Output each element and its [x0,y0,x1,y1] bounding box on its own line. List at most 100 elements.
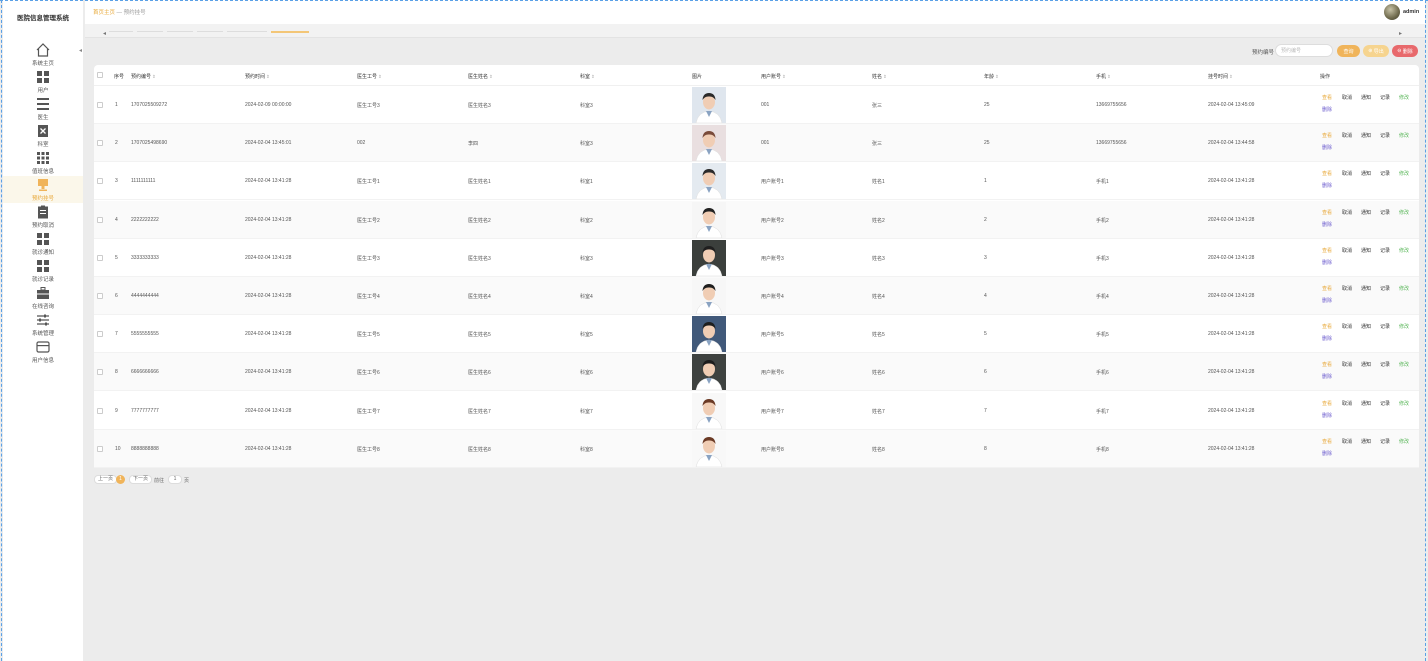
view-button[interactable]: 查看 [1322,400,1332,407]
select-all-checkbox[interactable] [97,72,103,78]
delete-button[interactable]: 删除 [1322,450,1332,457]
notify-button[interactable]: 通知 [1361,361,1371,368]
edit-button[interactable]: 修改 [1399,438,1409,445]
sort-icon[interactable]: ⇕ [1107,74,1111,79]
cancel-button[interactable]: 取消 [1342,170,1352,177]
col-user-no[interactable]: 用户账号⇕ [761,73,786,80]
delete-button[interactable]: 删除 [1322,259,1332,266]
cancel-button[interactable]: 取消 [1342,247,1352,254]
doctor-photo[interactable] [692,87,726,123]
tab-scroll-left-icon[interactable]: ◂ [103,30,106,37]
sidebar-item-consult[interactable]: 在线咨询 [3,284,83,311]
sidebar-item-departments[interactable]: 科室 [3,122,83,149]
table-row[interactable]: 6 4444444444 2024-02-04 13:41:28 医生工号4 医生姓名4… [94,277,1419,315]
table-row[interactable]: 1 1707025509272 2024-02-09 00:00:00 医生工号3 医生… [94,86,1419,124]
row-checkbox[interactable] [97,293,103,299]
edit-button[interactable]: 修改 [1399,400,1409,407]
batch-delete-button[interactable]: ⊖ 删除 [1392,45,1418,57]
row-checkbox[interactable] [97,369,103,376]
tab-item[interactable] [227,31,267,34]
tab-item[interactable] [137,31,163,34]
breadcrumb-home[interactable]: 首页主页 [93,10,115,16]
sort-icon[interactable]: ⇕ [782,74,786,79]
col-name[interactable]: 姓名⇕ [872,73,887,80]
notify-button[interactable]: 通知 [1361,323,1371,330]
col-appt-time[interactable]: 预约时间⇕ [245,73,270,80]
sidebar-item-home[interactable]: 系统主页 [3,40,83,68]
tab-active[interactable] [271,31,309,34]
sort-icon[interactable]: ⇕ [152,74,156,79]
table-row[interactable]: 7 5555555555 2024-02-04 13:41:28 医生工号5 医生姓名5… [94,315,1419,354]
cancel-button[interactable]: 取消 [1342,361,1352,368]
doctor-photo[interactable] [692,392,726,429]
delete-button[interactable]: 删除 [1322,335,1332,342]
table-row[interactable]: 9 7777777777 2024-02-04 13:41:28 医生工号7 医生姓名7… [94,392,1419,430]
view-button[interactable]: 查看 [1322,247,1332,254]
cancel-button[interactable]: 取消 [1342,132,1352,139]
sidebar-item-duty[interactable]: 值班信息 [3,149,83,176]
edit-button[interactable]: 修改 [1399,209,1409,216]
sidebar-item-records[interactable]: 就诊记录 [3,257,83,284]
table-row[interactable]: 8 6666666666 2024-02-04 13:41:28 医生工号6 医生姓名6… [94,353,1419,392]
record-button[interactable]: 记录 [1380,285,1390,292]
cancel-button[interactable]: 取消 [1342,400,1352,407]
record-button[interactable]: 记录 [1380,323,1390,330]
notify-button[interactable]: 通知 [1361,400,1371,407]
view-button[interactable]: 查看 [1322,170,1332,177]
doctor-photo[interactable] [692,163,726,200]
cancel-button[interactable]: 取消 [1342,285,1352,292]
sidebar-item-profile[interactable]: 用户信息 [3,338,83,365]
next-page-button[interactable]: 下一页 [129,475,153,484]
edit-button[interactable]: 修改 [1399,323,1409,330]
sidebar-item-notices[interactable]: 就诊通知 [3,230,83,257]
tab-item[interactable] [197,31,223,34]
doctor-photo[interactable] [692,430,726,467]
col-appt-no[interactable]: 预约编号⇕ [131,73,156,80]
notify-button[interactable]: 通知 [1361,94,1371,101]
col-phone[interactable]: 手机⇕ [1096,73,1111,80]
sort-icon[interactable]: ⇕ [1229,74,1233,79]
col-reg-time[interactable]: 挂号时间⇕ [1208,73,1233,80]
record-button[interactable]: 记录 [1380,400,1390,407]
record-button[interactable]: 记录 [1380,94,1390,101]
col-age[interactable]: 年龄⇕ [984,73,999,80]
notify-button[interactable]: 通知 [1361,132,1371,139]
record-button[interactable]: 记录 [1380,170,1390,177]
doctor-photo[interactable] [692,239,726,276]
notify-button[interactable]: 通知 [1361,209,1371,216]
row-checkbox[interactable] [97,445,103,452]
avatar[interactable] [1384,4,1400,20]
tab-scroll-right-icon[interactable]: ▸ [1399,30,1402,37]
doctor-photo[interactable] [692,201,726,238]
prev-page-button[interactable]: 上一页 [94,475,118,484]
sort-icon[interactable]: ⇕ [591,74,595,79]
view-button[interactable]: 查看 [1322,285,1332,292]
delete-button[interactable]: 删除 [1322,297,1332,304]
sidebar-item-cancellations[interactable]: 预约取消 [3,203,83,230]
cancel-button[interactable]: 取消 [1342,209,1352,216]
view-button[interactable]: 查看 [1322,438,1332,445]
sort-icon[interactable]: ⇕ [489,74,493,79]
doctor-photo[interactable] [692,125,726,162]
cancel-button[interactable]: 取消 [1342,323,1352,330]
sort-icon[interactable]: ⇕ [883,74,887,79]
tab-item[interactable] [109,31,133,34]
row-checkbox[interactable] [97,331,103,338]
edit-button[interactable]: 修改 [1399,285,1409,292]
row-checkbox[interactable] [97,407,103,414]
cancel-button[interactable]: 取消 [1342,94,1352,101]
view-button[interactable]: 查看 [1322,323,1332,330]
table-row[interactable]: 10 8888888888 2024-02-04 13:41:28 医生工号8 医生姓名… [94,429,1419,468]
edit-button[interactable]: 修改 [1399,170,1409,177]
page-1-button[interactable]: 1 [116,475,125,484]
row-checkbox[interactable] [97,178,103,185]
table-row[interactable]: 5 3333333333 2024-02-04 13:41:28 医生工号3 医生姓名3… [94,239,1419,277]
col-dept[interactable]: 科室⇕ [580,73,595,80]
delete-button[interactable]: 删除 [1322,373,1332,380]
sidebar-item-appointments[interactable]: 预约挂号 [3,176,83,203]
row-checkbox[interactable] [97,254,103,261]
table-row[interactable]: 4 2222222222 2024-02-04 13:41:28 医生工号2 医生姓名2… [94,200,1419,239]
doctor-photo[interactable] [692,278,726,314]
notify-button[interactable]: 通知 [1361,285,1371,292]
edit-button[interactable]: 修改 [1399,247,1409,254]
